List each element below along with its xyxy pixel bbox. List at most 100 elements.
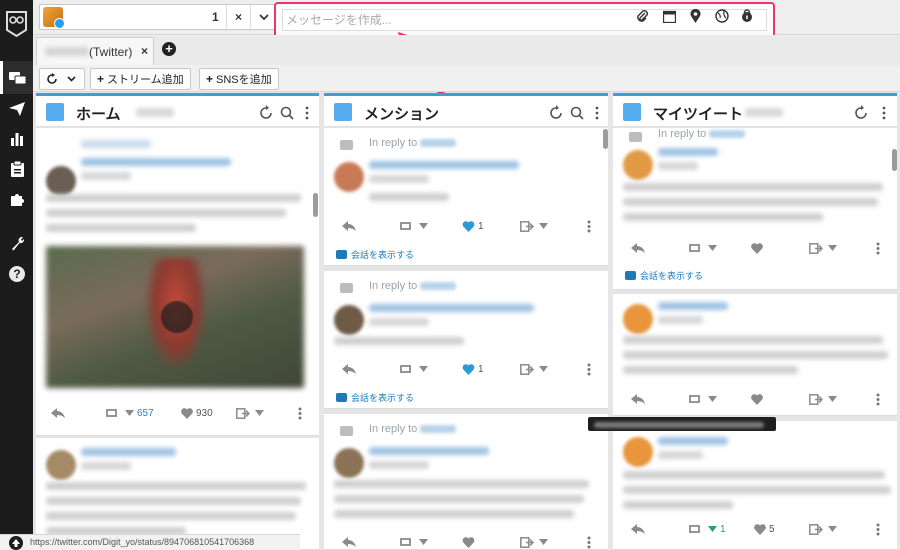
share-button[interactable]: [809, 240, 837, 256]
column-scrollbar[interactable]: [313, 193, 318, 217]
tab-close-icon[interactable]: ×: [141, 44, 148, 58]
column-tools[interactable]: [548, 104, 608, 122]
location-pin-icon[interactable]: [687, 8, 703, 24]
my-tweet-card[interactable]: In reply to 会話を表示する: [613, 128, 897, 290]
blurred-text: [81, 140, 151, 148]
share-button[interactable]: [809, 521, 837, 537]
like-button[interactable]: [462, 534, 475, 550]
like-button[interactable]: 1: [462, 361, 484, 377]
reply-icon[interactable]: [631, 521, 645, 537]
refresh-icon: [550, 105, 562, 119]
like-count: 930: [196, 407, 213, 419]
plus-icon: +: [206, 72, 214, 86]
reply-icon[interactable]: [342, 534, 356, 550]
twitter-bird-icon: [623, 103, 641, 121]
privacy-lock-icon[interactable]: [739, 8, 755, 24]
column-scrollbar[interactable]: [603, 129, 608, 149]
my-tweet-card[interactable]: [613, 294, 897, 416]
chevron-down-icon: [708, 245, 717, 251]
apps-puzzle-icon[interactable]: [6, 188, 28, 210]
blurred-text: [658, 437, 728, 445]
account-selector[interactable]: 1 ×: [39, 4, 277, 30]
more-vertical-icon[interactable]: [587, 218, 591, 234]
scroll-up-icon[interactable]: [9, 536, 23, 550]
add-tab-plus-icon[interactable]: +: [162, 42, 176, 56]
more-vertical-icon[interactable]: [298, 405, 302, 421]
retweet-button[interactable]: [400, 361, 428, 377]
tweet-card[interactable]: 657 930: [36, 128, 319, 436]
like-button[interactable]: 930: [181, 405, 213, 421]
retweet-button[interactable]: [400, 218, 428, 234]
share-button[interactable]: [520, 361, 548, 377]
chevron-down-icon: [67, 76, 76, 82]
avatar[interactable]: [334, 448, 364, 478]
attachment-paperclip-icon[interactable]: [634, 8, 650, 24]
show-conversation-link[interactable]: 会話を表示する: [336, 391, 414, 404]
reply-icon[interactable]: [631, 391, 645, 407]
like-button[interactable]: [751, 391, 763, 407]
like-button[interactable]: 5: [754, 521, 775, 537]
avatar[interactable]: [46, 166, 76, 196]
share-button[interactable]: [520, 534, 548, 550]
hootsuite-owl-logo[interactable]: [4, 10, 29, 38]
avatar[interactable]: [623, 437, 653, 467]
share-button[interactable]: [236, 405, 264, 421]
publisher-send-icon[interactable]: [6, 98, 28, 120]
analytics-bar-chart-icon[interactable]: [6, 128, 28, 150]
refresh-dropdown-button[interactable]: [39, 68, 85, 90]
column-header: マイツイート: [613, 93, 897, 127]
column-tools[interactable]: [258, 104, 318, 122]
blurred-text: [46, 209, 286, 217]
settings-wrench-icon[interactable]: [6, 232, 28, 254]
tab-twitter[interactable]: (Twitter) ×: [36, 37, 154, 65]
mention-card[interactable]: In reply to: [324, 414, 608, 550]
share-button[interactable]: [520, 218, 548, 234]
my-tweet-card[interactable]: 1 5: [613, 421, 897, 550]
retweet-icon: [400, 364, 411, 373]
more-vertical-icon[interactable]: [876, 521, 880, 537]
play-button-icon[interactable]: [161, 301, 193, 333]
timestamp-tooltip: [588, 417, 776, 431]
retweet-button[interactable]: [400, 534, 428, 550]
share-button[interactable]: [809, 391, 837, 407]
reply-icon[interactable]: [342, 218, 356, 234]
more-vertical-icon[interactable]: [876, 391, 880, 407]
column-scrollbar[interactable]: [892, 149, 897, 171]
help-question-icon[interactable]: ?: [9, 266, 25, 282]
more-vertical-icon: [595, 106, 599, 120]
show-conversation-link[interactable]: 会話を表示する: [336, 248, 414, 261]
mention-card[interactable]: In reply to 1 会話を表示する: [324, 128, 608, 266]
avatar[interactable]: [623, 150, 653, 180]
reply-bubble-icon: [340, 426, 353, 436]
blurred-text: [81, 172, 131, 180]
reply-icon[interactable]: [631, 240, 645, 256]
retweet-button[interactable]: 1: [689, 521, 726, 537]
reply-icon[interactable]: [342, 361, 356, 377]
more-vertical-icon[interactable]: [587, 534, 591, 550]
mention-card[interactable]: In reply to 1 会話を表示する: [324, 271, 608, 409]
avatar[interactable]: [334, 305, 364, 335]
targeting-globe-icon[interactable]: [714, 8, 730, 24]
show-conversation-link[interactable]: 会話を表示する: [625, 269, 703, 282]
avatar[interactable]: [46, 450, 76, 480]
add-sns-button[interactable]: + SNSを追加: [199, 68, 279, 90]
reply-icon[interactable]: [51, 405, 65, 421]
retweet-button[interactable]: 657: [106, 405, 154, 421]
avatar[interactable]: [334, 162, 364, 192]
avatar[interactable]: [623, 304, 653, 334]
heart-icon: [751, 393, 763, 405]
like-button[interactable]: 1: [462, 218, 484, 234]
add-stream-button[interactable]: + ストリーム追加: [90, 68, 191, 90]
blurred-text: [81, 462, 131, 470]
assignments-clipboard-icon[interactable]: [6, 158, 28, 180]
like-button[interactable]: [751, 240, 763, 256]
schedule-calendar-icon[interactable]: [661, 8, 677, 24]
column-tools[interactable]: [853, 104, 897, 122]
account-dropdown-button[interactable]: [250, 5, 276, 29]
streams-icon[interactable]: [0, 61, 33, 94]
retweet-button[interactable]: [689, 391, 717, 407]
clear-accounts-button[interactable]: ×: [226, 5, 250, 29]
retweet-button[interactable]: [689, 240, 717, 256]
more-vertical-icon[interactable]: [876, 240, 880, 256]
more-vertical-icon[interactable]: [587, 361, 591, 377]
